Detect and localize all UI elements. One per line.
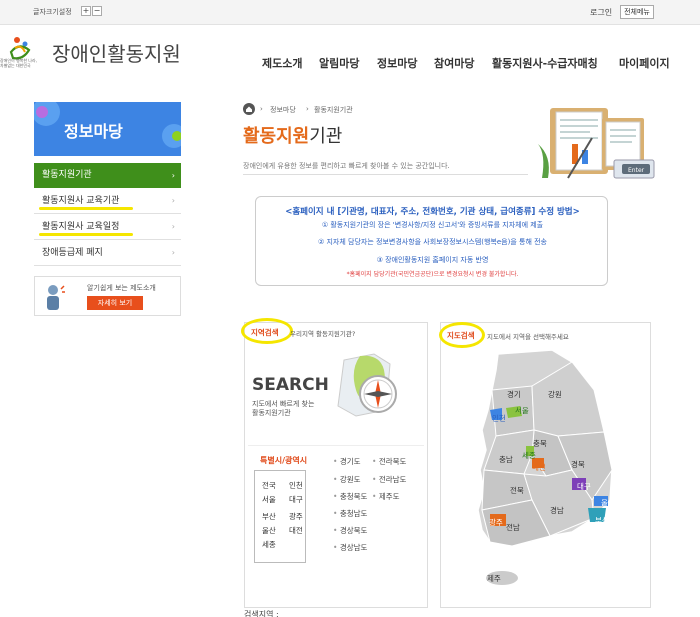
breadcrumb-separator-icon: ›	[306, 105, 309, 113]
notice-footnote: *홈페이지 담당기관(국민연금공단)으로 변경요청시 변경 불가합니다.	[346, 271, 519, 278]
page-title-highlight: 활동지원	[243, 126, 310, 147]
panel-divider	[248, 445, 424, 446]
chevron-right-icon: ›	[171, 222, 175, 231]
breadcrumb-item-2[interactable]: 활동지원기관	[314, 105, 353, 115]
notice-heading: <홈페이지 내 [기관명, 대표자, 주소, 전화번호, 기관 상태, 급여종류…	[285, 207, 580, 217]
home-icon[interactable]	[243, 103, 255, 115]
sidebar-item-edu-schedule[interactable]: 활동지원사 교육일정 ›	[34, 214, 181, 240]
map-region-label[interactable]: 충북	[533, 438, 547, 449]
page-description: 장애인에게 유용한 정보를 편리하고 빠르게 찾아볼 수 있는 공간입니다.	[243, 162, 450, 170]
map-region-label[interactable]: 전북	[510, 485, 524, 496]
city-link[interactable]: 서울	[262, 494, 276, 505]
notice-line-2: ② 지자체 담당자는 정보변경사항을 사회보장정보시스템(행복e음)을 통해 전…	[317, 238, 548, 246]
map-region-label[interactable]: 세종	[522, 450, 536, 461]
city-link[interactable]: 대구	[289, 494, 303, 505]
all-menu-button[interactable]: 전체메뉴	[620, 5, 654, 19]
province-link[interactable]: 전라북도	[372, 456, 407, 467]
chevron-right-icon: ›	[171, 171, 175, 180]
sidebar-item-grade-abolition[interactable]: 장애등급제 폐지 ›	[34, 240, 181, 266]
map-region-label[interactable]: 제주	[487, 573, 501, 584]
breadcrumb-separator-icon: ›	[260, 105, 263, 113]
sidebar-banner-title: 정보마당	[64, 122, 123, 141]
notice-line-3: ③ 장애인활동지원 홈페이지 자동 반영	[376, 256, 489, 264]
font-increase-button[interactable]: +	[81, 6, 91, 16]
region-search-subtitle: 우리지역 활동지원기관?	[290, 330, 356, 338]
map-region-label[interactable]: 경기	[507, 389, 521, 400]
search-heading: SEARCH	[252, 375, 329, 395]
city-link[interactable]: 전국	[262, 480, 276, 491]
province-link[interactable]: 경상남도	[333, 542, 368, 553]
sidebar-item-label: 활동지원사 교육기관	[42, 196, 120, 206]
city-link[interactable]: 울산	[262, 525, 276, 536]
province-link[interactable]: 강원도	[333, 474, 361, 485]
map-region-label[interactable]: 경북	[571, 459, 585, 470]
font-size-label: 글자크기설정	[33, 8, 72, 16]
map-region-label[interactable]: 서울	[515, 405, 529, 416]
province-link[interactable]: 경상북도	[333, 525, 368, 536]
logo-slogan: 장애인이 행복한 나라, 차별없는 대한민국	[0, 58, 44, 68]
font-decrease-button[interactable]: −	[92, 6, 102, 16]
sidebar-item-label: 활동지원사 교육일정	[42, 222, 120, 232]
map-region-label[interactable]: 전남	[506, 522, 520, 533]
chevron-right-icon: ›	[171, 196, 175, 205]
selected-region-label: 검색지역 :	[244, 610, 279, 617]
map-region-label[interactable]: 경남	[550, 505, 564, 516]
map-region-label[interactable]: 부산	[595, 515, 609, 526]
compass-map-icon	[337, 353, 397, 417]
person-icon	[47, 285, 65, 310]
map-search-subtitle: 지도에서 지역을 선택해주세요	[487, 333, 569, 341]
region-search-title: 지역검색	[251, 328, 279, 337]
map-region-label[interactable]: 울산	[601, 497, 615, 508]
title-divider	[243, 174, 528, 175]
city-link[interactable]: 광주	[289, 511, 303, 522]
intro-text: 알기쉽게 보는 제도소개	[87, 284, 156, 292]
map-region-label[interactable]: 인천	[492, 413, 506, 424]
sidebar-banner: 정보마당	[34, 102, 181, 156]
highlight-underline	[39, 207, 133, 210]
city-link[interactable]: 부산	[262, 511, 276, 522]
logo-slogan-line2: 차별없는 대한민국	[0, 63, 31, 68]
notice-box: <홈페이지 내 [기관명, 대표자, 주소, 전화번호, 기관 상태, 급여종류…	[255, 196, 608, 286]
province-link[interactable]: 충청북도	[333, 491, 368, 502]
page-title-rest: 기관	[309, 126, 343, 147]
map-region-label[interactable]: 대구	[577, 481, 591, 492]
city-link[interactable]: 세종	[262, 539, 276, 550]
province-link[interactable]: 충청남도	[333, 508, 368, 519]
document-illustration-icon: Enter	[538, 108, 655, 179]
map-region-label[interactable]: 대전	[532, 462, 546, 473]
gnb-item-2[interactable]: 알림마당	[319, 55, 359, 71]
search-desc-line1: 지도에서 빠르게 찾는	[252, 400, 315, 408]
gnb-item-4[interactable]: 참여마당	[434, 55, 474, 71]
city-link[interactable]: 대전	[289, 525, 303, 536]
search-desc-line2: 활동지원기관	[252, 409, 291, 417]
sidebar-item-label: 장애등급제 폐지	[42, 248, 103, 258]
search-description: 지도에서 빠르게 찾는 활동지원기관	[252, 400, 314, 418]
province-link[interactable]: 경기도	[333, 456, 361, 467]
page-title: 활동지원기관	[243, 122, 342, 148]
svg-text:Enter: Enter	[628, 167, 645, 174]
login-link[interactable]: 로그인	[590, 7, 612, 18]
province-link[interactable]: 전라남도	[372, 474, 407, 485]
map-search-title: 지도검색	[447, 331, 475, 340]
intro-detail-button[interactable]: 자세히 보기	[87, 296, 143, 310]
notice-line-1: ① 활동지원기관의 장은 '변경사항/지정 신고서'와 증빙서류를 지자체에 제…	[321, 221, 544, 229]
highlight-underline	[39, 233, 133, 236]
map-region-label[interactable]: 충남	[499, 454, 513, 465]
metro-city-label: 특별시/광역시	[260, 456, 308, 465]
breadcrumb-item-1[interactable]: 정보마당	[270, 105, 296, 115]
sidebar-item-edu-agencies[interactable]: 활동지원사 교육기관 ›	[34, 188, 181, 214]
province-link[interactable]: 제주도	[372, 491, 400, 502]
sidebar-item-agencies[interactable]: 활동지원기관 ›	[34, 163, 181, 188]
gnb-item-6[interactable]: 마이페이지	[619, 55, 670, 71]
gnb-item-5[interactable]: 활동지원사-수급자매칭	[492, 55, 598, 71]
map-region-label[interactable]: 강원	[548, 389, 562, 400]
sidebar-item-label: 활동지원기관	[42, 170, 92, 180]
chevron-right-icon: ›	[171, 248, 175, 257]
map-region-label[interactable]: 광주	[489, 517, 503, 528]
gnb-item-1[interactable]: 제도소개	[262, 55, 302, 71]
site-logo-title[interactable]: 장애인활동지원	[52, 38, 181, 67]
intro-box: 알기쉽게 보는 제도소개 자세히 보기	[34, 276, 181, 316]
gnb-item-3[interactable]: 정보마당	[377, 55, 417, 71]
city-link[interactable]: 인천	[289, 480, 303, 491]
